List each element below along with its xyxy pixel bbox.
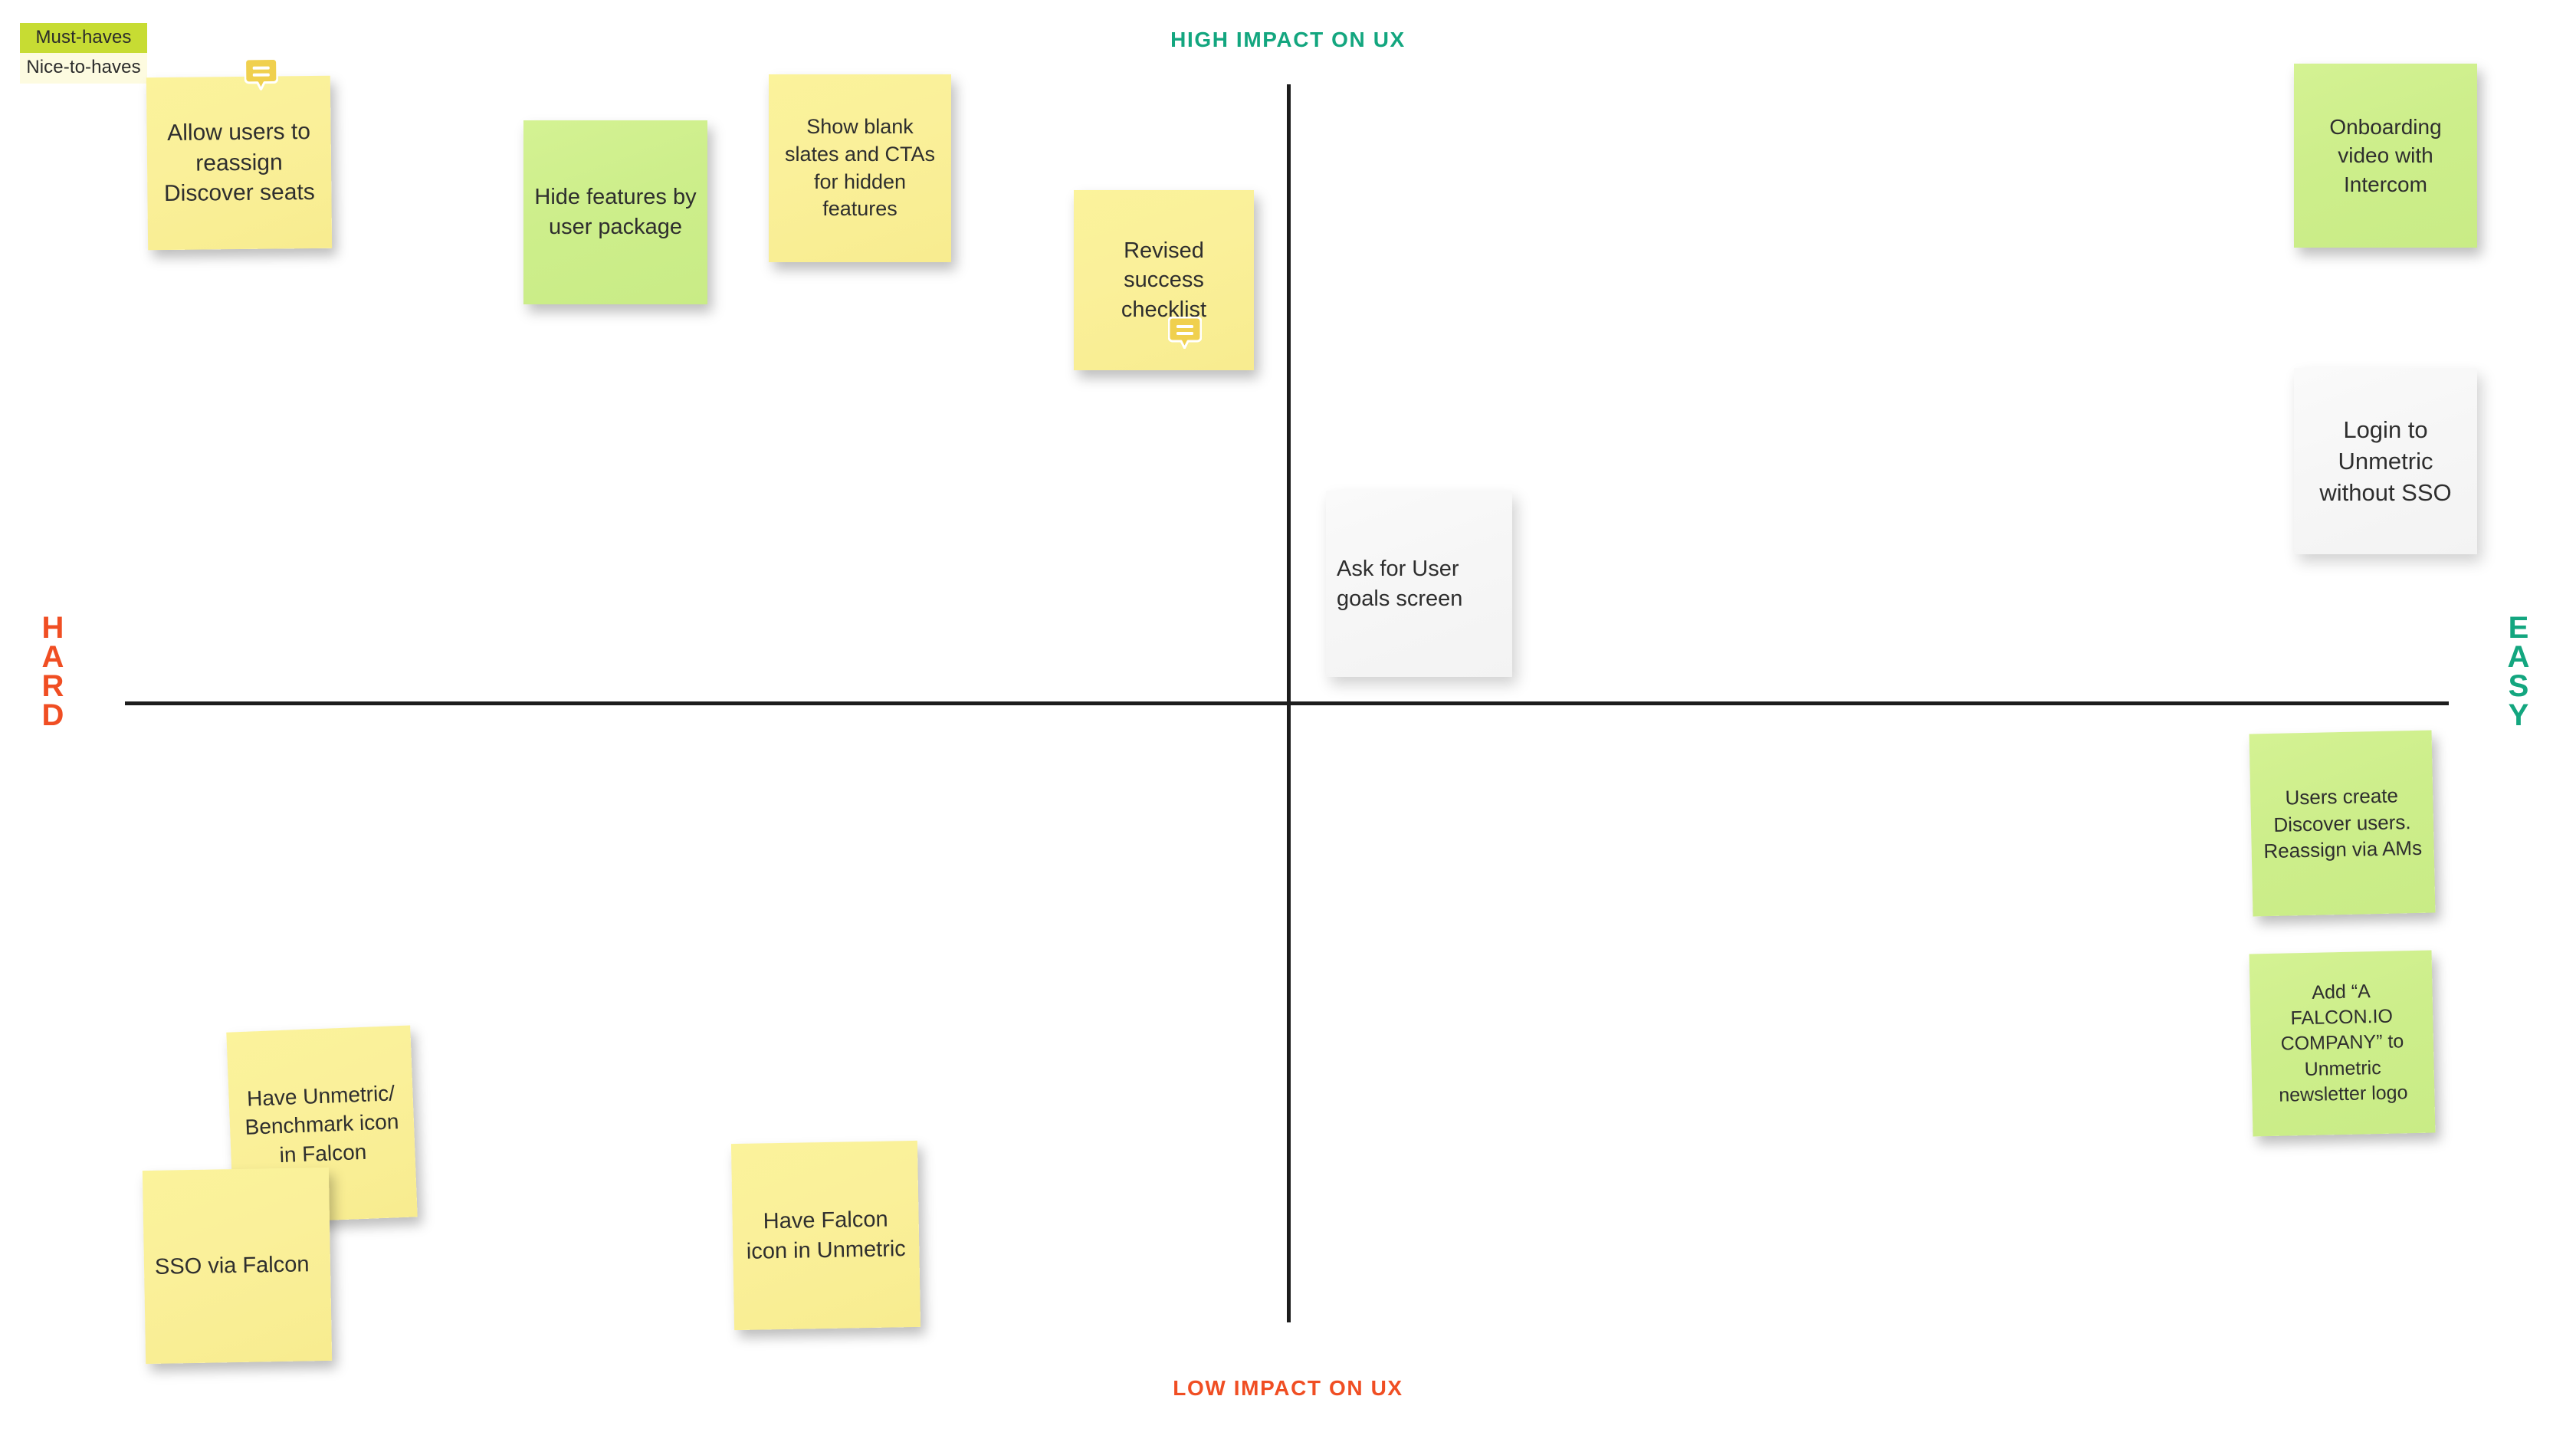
sticky-note-text: Hide features by user package: [534, 185, 697, 239]
axis-label-hard-letter: H: [41, 611, 64, 645]
sticky-note-text: Have Unmetric/ Benchmark icon in Falcon: [244, 1081, 399, 1167]
prioritization-matrix-board: Must-haves Nice-to-haves HIGH IMPACT ON …: [0, 0, 2576, 1442]
sticky-note-text: Show blank slates and CTAs for hidden fe…: [784, 114, 936, 221]
sticky-note[interactable]: Users create Discover users. Reassign vi…: [2249, 730, 2436, 917]
sticky-note-text: Onboarding video with Intercom: [2329, 115, 2442, 196]
sticky-note-text: SSO via Falcon: [154, 1252, 310, 1279]
sticky-note-text: Users create Discover users. Reassign vi…: [2263, 783, 2423, 863]
comment-icon[interactable]: [244, 57, 279, 90]
axis-label-easy-letter: A: [2507, 640, 2530, 674]
comment-icon[interactable]: [1168, 317, 1202, 349]
sticky-note[interactable]: Add “A FALCON.IO COMPANY” to Unmetric ne…: [2249, 950, 2436, 1137]
sticky-note[interactable]: Allow users to reassign Discover seats: [146, 57, 333, 251]
axis-label-easy-letter: Y: [2508, 698, 2529, 732]
sticky-note[interactable]: Hide features by user package: [523, 120, 707, 304]
horizontal-axis-line: [125, 701, 2449, 705]
sticky-note-text: Have Falcon icon in Unmetric: [746, 1207, 907, 1264]
axis-label-easy-letter: S: [2508, 669, 2529, 703]
sticky-note[interactable]: Revised success checklist: [1074, 190, 1254, 370]
sticky-note[interactable]: SSO via Falcon: [142, 1167, 333, 1365]
sticky-note-text: Revised success checklist: [1121, 238, 1207, 322]
legend-item-nice-to-haves[interactable]: Nice-to-haves: [20, 53, 147, 84]
sticky-note-text: Ask for User goals screen: [1337, 556, 1463, 611]
sticky-note-text: Allow users to reassign Discover seats: [163, 118, 315, 207]
axis-label-hard-letter: D: [41, 698, 64, 732]
axis-label-low-impact: LOW IMPACT ON UX: [1173, 1376, 1403, 1400]
sticky-note[interactable]: Onboarding video with Intercom: [2294, 64, 2477, 248]
axis-label-easy: EASY: [2498, 611, 2539, 732]
axis-label-hard: HARD: [32, 611, 74, 732]
axis-label-high-impact: HIGH IMPACT ON UX: [1170, 28, 1406, 51]
axis-label-hard-letter: R: [41, 669, 64, 703]
sticky-note[interactable]: Show blank slates and CTAs for hidden fe…: [769, 74, 951, 262]
sticky-note[interactable]: Ask for User goals screen: [1326, 491, 1512, 677]
sticky-note[interactable]: Login to Unmetric without SSO: [2294, 368, 2477, 554]
sticky-note-text: Login to Unmetric without SSO: [2319, 416, 2452, 507]
axis-label-hard-letter: A: [41, 640, 64, 674]
sticky-note[interactable]: Have Falcon icon in Unmetric: [730, 1140, 921, 1331]
sticky-note-text: Add “A FALCON.IO COMPANY” to Unmetric ne…: [2279, 980, 2408, 1106]
axis-label-easy-letter: E: [2508, 611, 2529, 645]
